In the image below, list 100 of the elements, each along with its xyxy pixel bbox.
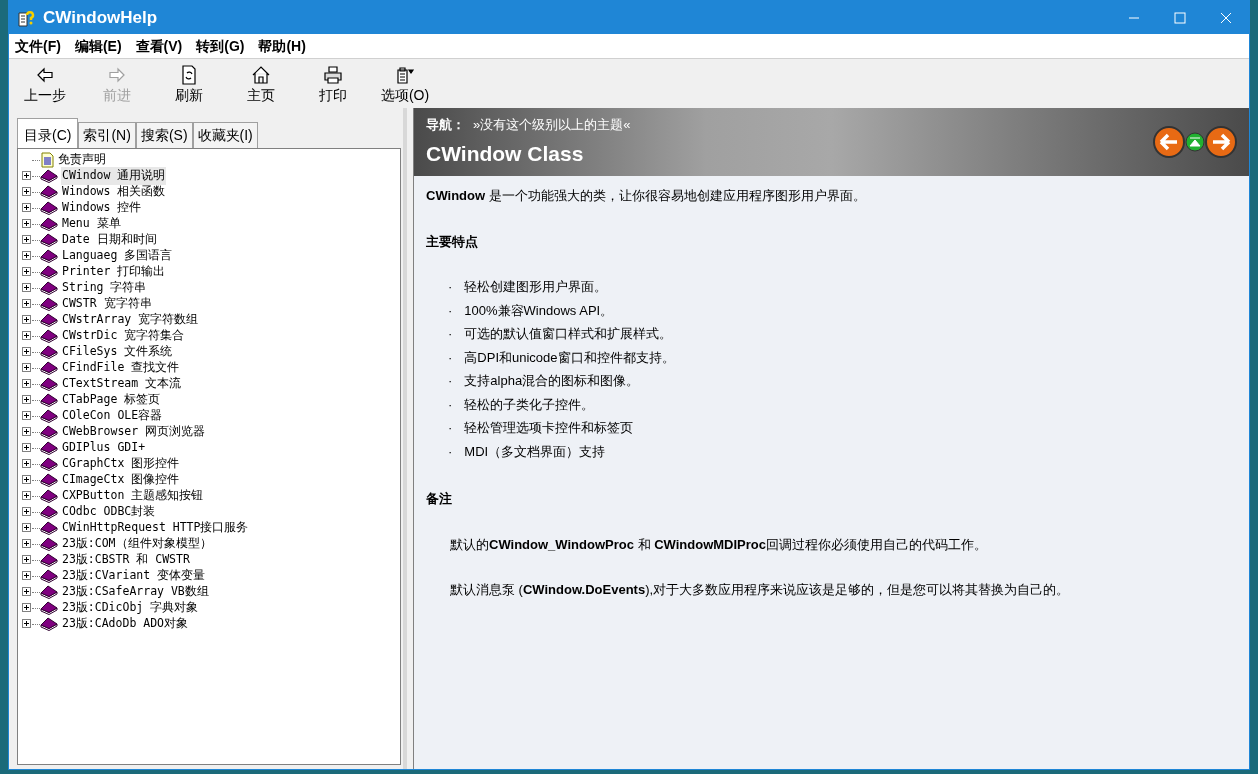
tree-item[interactable]: Printer 打印输出 — [61, 263, 167, 281]
expand-icon[interactable] — [22, 427, 32, 437]
bullet: · — [448, 442, 453, 461]
bullet: · — [448, 419, 453, 437]
expand-icon[interactable] — [22, 347, 32, 357]
tree-item[interactable]: CFindFile 查找文件 — [61, 359, 181, 377]
expand-icon[interactable] — [22, 379, 32, 389]
expand-icon[interactable] — [22, 395, 32, 405]
menu-bar-entry[interactable]: 文件(F) — [15, 35, 61, 57]
document-icon — [40, 152, 54, 168]
expand-icon[interactable] — [22, 315, 32, 325]
toolbar-button[interactable]: 刷新 — [153, 65, 225, 106]
tree-item[interactable]: CWstrArray 宽字符数组 — [61, 311, 200, 329]
tree-item[interactable]: 23版:CSafeArray VB数组 — [61, 583, 210, 601]
expand-icon[interactable] — [22, 267, 32, 277]
expand-icon[interactable] — [22, 459, 32, 469]
tab[interactable]: 目录(C) — [17, 118, 79, 148]
tree-item[interactable]: 23版:CAdoDb ADO对象 — [61, 615, 189, 633]
expand-icon[interactable] — [22, 443, 32, 453]
expand-icon[interactable] — [22, 555, 32, 565]
expand-icon[interactable] — [22, 475, 32, 485]
tree-item[interactable]: Windows 相关函数 — [61, 183, 167, 201]
menu-bar-entry[interactable]: 转到(G) — [196, 35, 245, 57]
feature-item: MDI（多文档界面）支持 — [464, 442, 606, 461]
tree-item[interactable]: CXPButton 主题感知按钮 — [61, 487, 205, 505]
expand-icon[interactable] — [22, 251, 32, 261]
tree-item[interactable]: COdbc ODBC封装 — [61, 503, 157, 521]
tree-item[interactable]: 免责声明 — [57, 151, 107, 169]
tree-item[interactable]: CWindow 通用说明 — [61, 167, 167, 185]
toolbar-button[interactable]: 主页 — [225, 65, 297, 106]
book-icon — [40, 313, 58, 327]
tree-item[interactable]: Date 日期和时间 — [61, 231, 158, 249]
book-icon — [40, 297, 58, 311]
expand-icon[interactable] — [22, 331, 32, 341]
tree-item[interactable]: CFileSys 文件系统 — [61, 343, 174, 361]
tree-item[interactable]: CWebBrowser 网页浏览器 — [61, 423, 207, 441]
expand-icon[interactable] — [22, 363, 32, 373]
menu-bar-entry[interactable]: 帮助(H) — [258, 35, 306, 57]
tab[interactable]: 搜索(S) — [135, 122, 193, 148]
expand-icon[interactable] — [22, 283, 32, 293]
expand-icon[interactable] — [22, 171, 32, 181]
book-icon — [40, 345, 58, 359]
menu-bar-entry[interactable]: 查看(V) — [135, 35, 183, 57]
toolbar-button[interactable]: 选项(O) — [369, 65, 441, 106]
tree-item[interactable]: CTabPage 标签页 — [61, 391, 162, 409]
expand-icon[interactable] — [22, 411, 32, 421]
tree-item[interactable]: CImageCtx 图像控件 — [61, 471, 181, 489]
tree-item[interactable]: GDIPlus GDI+ — [61, 439, 147, 457]
book-icon — [40, 441, 58, 455]
home-icon — [251, 65, 271, 85]
intro-text: CWindow 是一个功能强大的类，让你很容易地创建应用程序图形用户界面。 — [426, 187, 867, 205]
expand-icon[interactable] — [22, 187, 32, 197]
tree-item[interactable]: Languaeg 多国语言 — [61, 247, 174, 265]
refresh-document-icon — [179, 65, 199, 85]
tree-item[interactable]: CWstrDic 宽字符集合 — [61, 327, 186, 345]
tree-item[interactable]: String 字符串 — [61, 279, 148, 297]
expand-icon[interactable] — [22, 299, 32, 309]
tree-item[interactable]: Menu 菜单 — [61, 215, 122, 233]
expand-icon[interactable] — [22, 539, 32, 549]
book-icon — [40, 489, 58, 503]
book-icon — [40, 521, 58, 535]
expand-icon[interactable] — [22, 219, 32, 229]
window-title: CWindowHelp — [43, 6, 158, 29]
nav-label: 导航： — [426, 115, 465, 134]
expand-icon[interactable] — [22, 507, 32, 517]
book-icon — [40, 329, 58, 343]
tab[interactable]: 索引(N) — [78, 122, 136, 148]
expand-icon[interactable] — [22, 587, 32, 597]
book-icon — [40, 217, 58, 231]
book-icon — [40, 505, 58, 519]
expand-icon[interactable] — [22, 523, 32, 533]
tree-item[interactable]: 23版:COM（组件对象模型） — [61, 535, 213, 553]
bullet: · — [448, 301, 453, 320]
tree-item[interactable]: 23版:CVariant 变体变量 — [61, 567, 207, 585]
book-icon — [40, 425, 58, 439]
expand-icon[interactable] — [22, 619, 32, 629]
toolbar-button[interactable]: 打印 — [297, 65, 369, 106]
tree-item[interactable]: COleCon OLE容器 — [61, 407, 164, 425]
tree-item[interactable]: Windows 控件 — [61, 199, 143, 217]
expand-icon[interactable] — [22, 571, 32, 581]
toolbar-button[interactable]: 上一步 — [9, 65, 81, 106]
expand-icon[interactable] — [22, 491, 32, 501]
tree-item[interactable]: 23版:CBSTR 和 CWSTR — [61, 551, 191, 569]
printer-icon — [323, 65, 343, 85]
right-arrow-icon — [107, 65, 127, 85]
expand-icon[interactable] — [22, 203, 32, 213]
feature-item: 高DPI和unicode窗口和控件都支持。 — [464, 348, 675, 367]
book-icon — [40, 169, 58, 183]
expand-icon[interactable] — [22, 603, 32, 613]
tree-item[interactable]: 23版:CDicObj 字典对象 — [61, 599, 200, 617]
tree-item[interactable]: CGraphCtx 图形控件 — [61, 455, 181, 473]
feature-item: 轻松管理选项卡控件和标签页 — [464, 419, 634, 437]
tree-item[interactable]: CWSTR 宽字符串 — [61, 295, 153, 313]
bullet: · — [448, 372, 453, 390]
tab[interactable]: 收藏夹(I) — [192, 122, 258, 148]
close-icon — [1220, 11, 1232, 24]
tree-item[interactable]: CTextStream 文本流 — [61, 375, 183, 393]
menu-bar-entry[interactable]: 编辑(E) — [74, 35, 122, 57]
expand-icon[interactable] — [22, 235, 32, 245]
tree-item[interactable]: CWinHttpRequest HTTP接口服务 — [61, 519, 250, 537]
